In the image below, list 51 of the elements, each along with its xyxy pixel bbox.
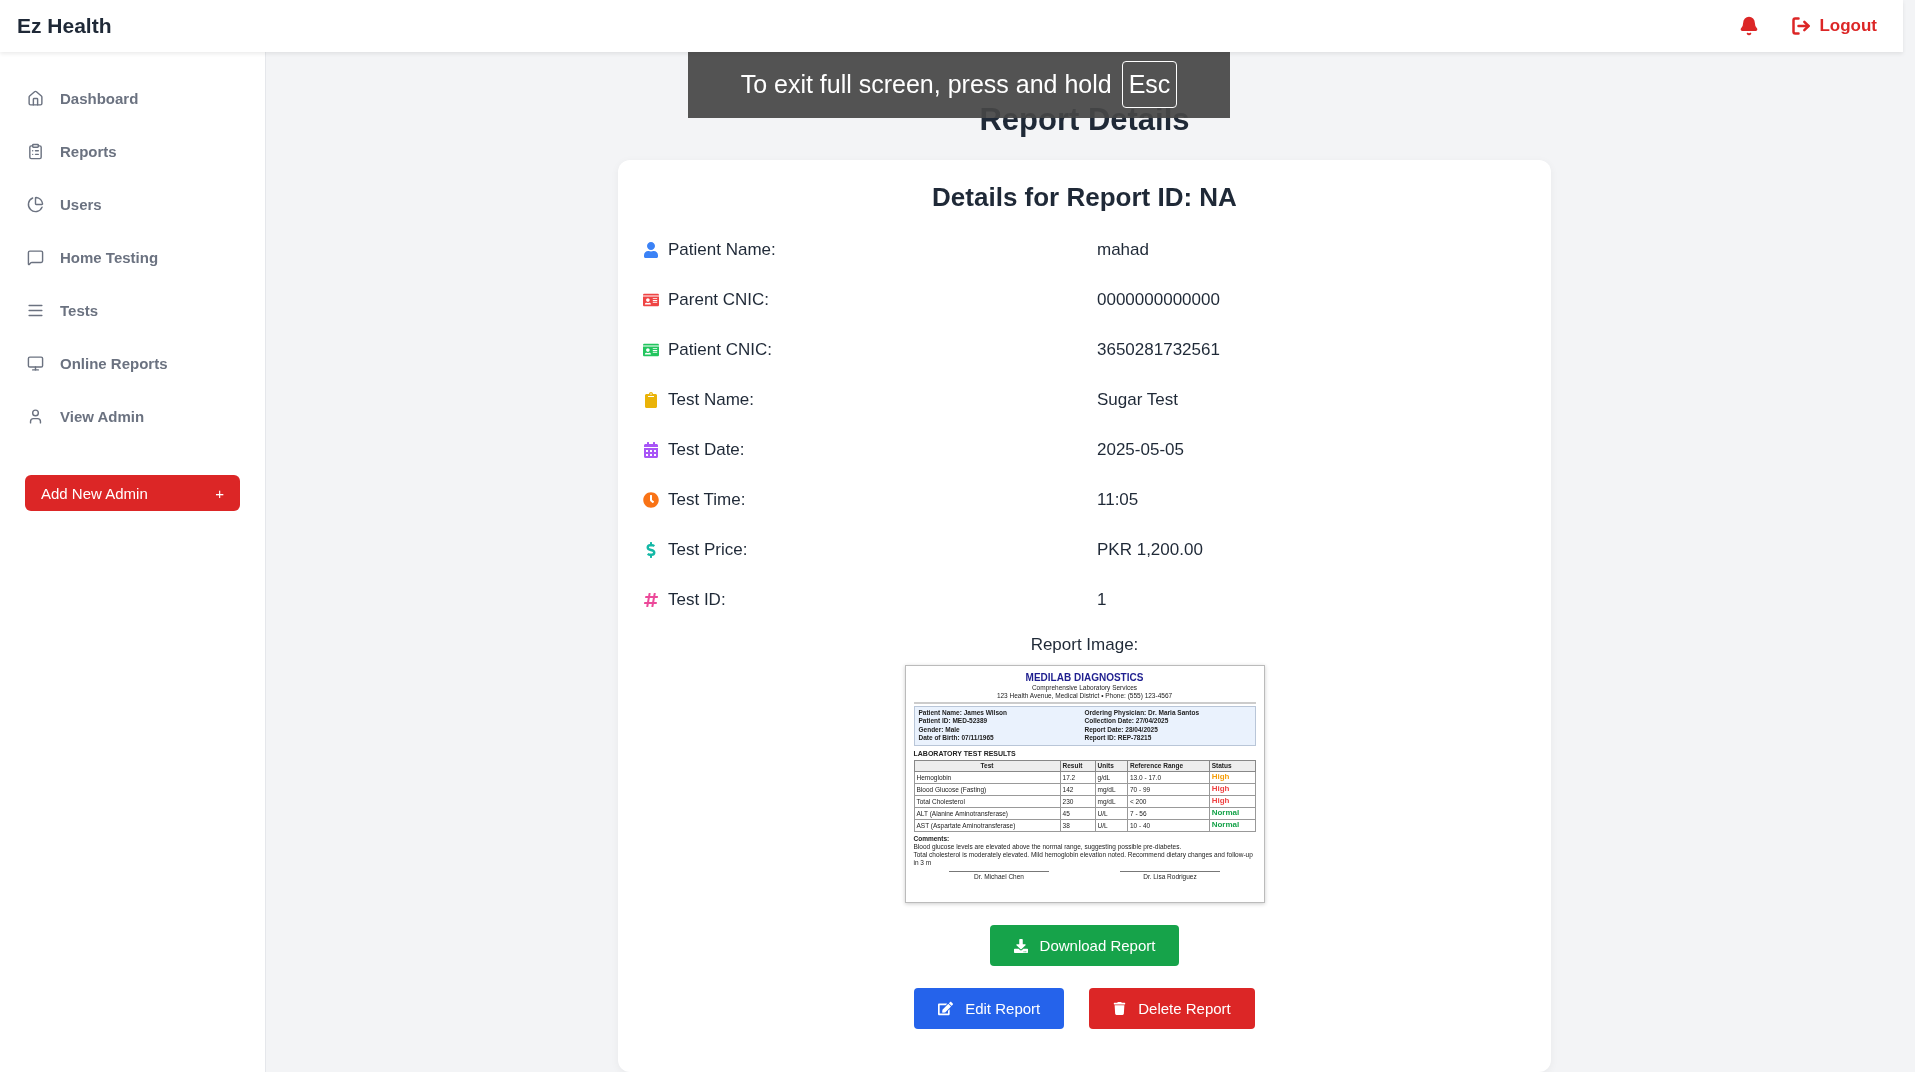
field-label: Test Time:	[668, 490, 746, 510]
sidebar-item[interactable]: Online Reports	[25, 337, 240, 390]
status-text: High	[1211, 784, 1230, 794]
trash-icon	[1113, 1002, 1127, 1015]
status-text: Normal	[1211, 808, 1240, 818]
download-button[interactable]: Download Report	[989, 925, 1180, 966]
clipboard-icon	[27, 143, 44, 160]
sidebar-item[interactable]: Dashboard	[25, 72, 240, 125]
add-admin-button[interactable]: Add New Admin +	[25, 475, 240, 511]
chat-icon	[27, 249, 44, 266]
field-label: Test ID:	[668, 590, 726, 610]
bell-icon[interactable]	[1739, 16, 1760, 36]
field-label: Test Price:	[668, 540, 748, 560]
notice-text: To exit full screen, press and hold	[740, 69, 1112, 99]
key-cap: Esc	[1121, 60, 1178, 108]
download-icon	[1013, 938, 1028, 953]
pie-chart-icon	[27, 196, 44, 213]
edit-icon	[938, 1001, 954, 1016]
sidebar-item[interactable]: Home Testing	[25, 231, 240, 284]
status-text: High	[1211, 772, 1230, 782]
logout-icon	[1791, 16, 1812, 36]
lab-name: MEDILAB DIAGNOSTICS	[1024, 672, 1145, 683]
status-text: High	[1211, 796, 1230, 806]
field-value: Sugar Test	[1097, 390, 1179, 410]
status-text: Normal	[1211, 820, 1240, 830]
sidebar-item[interactable]: View Admin	[25, 390, 240, 443]
field-value: 2025-05-05	[1097, 440, 1185, 460]
field-label: Test Name:	[668, 390, 754, 410]
image-label: Report Image:	[1030, 635, 1139, 655]
field-value: 0000000000000	[1097, 290, 1221, 310]
card-title: Details for Report ID: NA	[932, 182, 1237, 213]
home-icon	[27, 90, 44, 107]
delete-button[interactable]: Delete Report	[1089, 988, 1255, 1029]
field-label: Patient Name:	[668, 240, 776, 260]
logout-button[interactable]: Logout	[1791, 16, 1877, 36]
field-label: Patient CNIC:	[668, 340, 772, 360]
field-value: 11:05	[1097, 490, 1140, 510]
field-value: 3650281732561	[1097, 340, 1221, 360]
field-value: mahad	[1097, 240, 1150, 260]
field-value: PKR 1,200.00	[1097, 540, 1204, 560]
monitor-icon	[27, 355, 44, 372]
field-label: Parent CNIC:	[668, 290, 770, 310]
sidebar-item[interactable]: Users	[25, 178, 240, 231]
brand-title: Ez Health	[17, 14, 112, 38]
person-icon	[27, 408, 44, 425]
field-value: 1	[1097, 590, 1108, 610]
list-icon	[27, 302, 44, 319]
sidebar-item[interactable]: Tests	[25, 284, 240, 337]
field-label: Test Date:	[668, 440, 745, 460]
edit-button[interactable]: Edit Report	[914, 988, 1065, 1029]
sidebar-item[interactable]: Reports	[25, 125, 240, 178]
